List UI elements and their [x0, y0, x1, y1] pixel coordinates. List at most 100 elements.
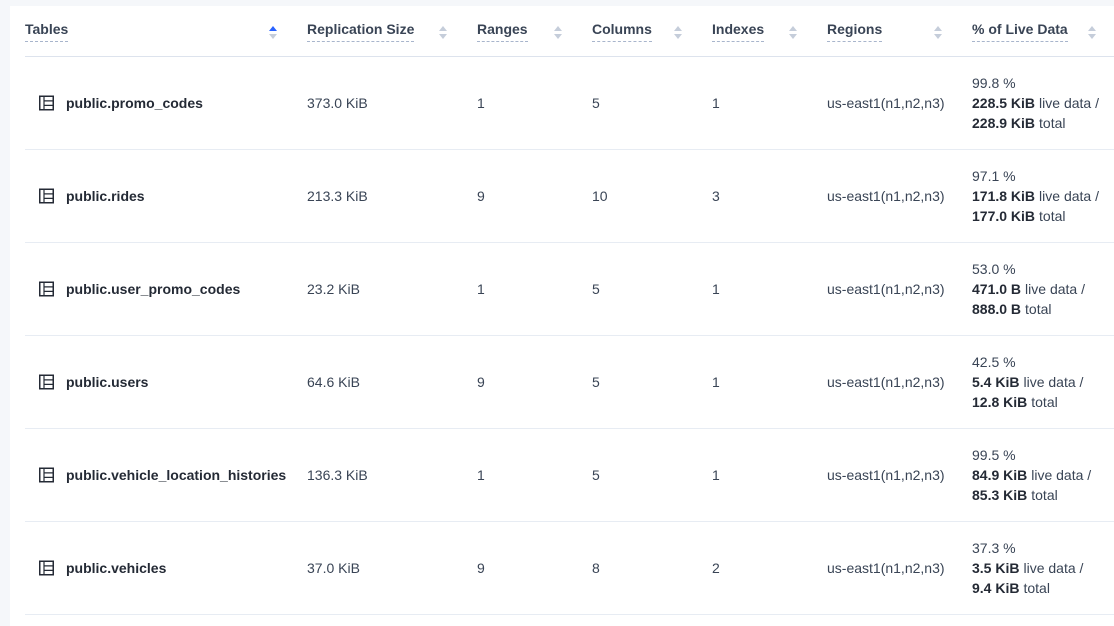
- column-header[interactable]: Ranges: [465, 6, 580, 56]
- column-header[interactable]: Columns: [580, 6, 700, 56]
- sort-down-arrow-icon: [269, 34, 277, 39]
- regions-cell: us-east1(n1,n2,n3): [815, 281, 960, 297]
- total-data-line: 177.0 KiBtotal: [972, 206, 1114, 226]
- columns-cell: 5: [580, 374, 700, 390]
- replication-size-cell: 213.3 KiB: [295, 188, 465, 204]
- sort-arrows-icon[interactable]: [439, 24, 447, 39]
- sort-down-arrow-icon: [934, 34, 942, 39]
- table-body: public.promo_codes 373.0 KiB 1 5 1 us-ea…: [25, 57, 1114, 615]
- live-data-line: 3.5 KiBlive data /: [972, 558, 1114, 578]
- sort-arrows-icon[interactable]: [789, 24, 797, 39]
- ranges-cell: 1: [465, 281, 580, 297]
- column-header-label[interactable]: Replication Size: [307, 21, 414, 42]
- ranges-cell: 9: [465, 560, 580, 576]
- table-row: public.rides 213.3 KiB 9 10 3 us-east1(n…: [25, 150, 1114, 243]
- table-row: public.vehicles 37.0 KiB 9 8 2 us-east1(…: [25, 522, 1114, 615]
- table-grid-icon: [39, 281, 54, 297]
- column-header-label[interactable]: Indexes: [712, 21, 764, 42]
- table-name-link[interactable]: public.vehicle_location_histories: [66, 467, 286, 483]
- live-data-cell: 97.1 % 171.8 KiBlive data / 177.0 KiBtot…: [960, 166, 1114, 226]
- indexes-cell: 1: [700, 281, 815, 297]
- table-grid-icon: [39, 374, 54, 390]
- live-data-cell: 42.5 % 5.4 KiBlive data / 12.8 KiBtotal: [960, 352, 1114, 412]
- table-name-cell: public.vehicle_location_histories: [25, 467, 295, 483]
- live-data-line: 471.0 Blive data /: [972, 279, 1114, 299]
- sort-up-arrow-icon: [269, 26, 277, 31]
- columns-cell: 5: [580, 467, 700, 483]
- column-header-label[interactable]: % of Live Data: [972, 21, 1068, 42]
- sort-down-arrow-icon: [439, 34, 447, 39]
- live-data-percent: 99.5 %: [972, 445, 1114, 465]
- table-row: public.vehicle_location_histories 136.3 …: [25, 429, 1114, 522]
- table-header-row: Tables Replication Size Ranges Columns I…: [25, 6, 1114, 57]
- indexes-cell: 1: [700, 95, 815, 111]
- ranges-cell: 9: [465, 374, 580, 390]
- column-header[interactable]: % of Live Data: [960, 6, 1114, 56]
- live-data-percent: 53.0 %: [972, 259, 1114, 279]
- total-data-line: 228.9 KiBtotal: [972, 113, 1114, 133]
- table-grid-icon: [39, 560, 54, 576]
- column-header[interactable]: Tables: [25, 6, 295, 56]
- table-row: public.promo_codes 373.0 KiB 1 5 1 us-ea…: [25, 57, 1114, 150]
- columns-cell: 8: [580, 560, 700, 576]
- column-header[interactable]: Regions: [815, 6, 960, 56]
- replication-size-cell: 23.2 KiB: [295, 281, 465, 297]
- sort-down-arrow-icon: [674, 34, 682, 39]
- table-grid-icon: [39, 95, 54, 111]
- sort-down-arrow-icon: [789, 34, 797, 39]
- table-name-cell: public.vehicles: [25, 560, 295, 576]
- replication-size-cell: 37.0 KiB: [295, 560, 465, 576]
- sort-up-arrow-icon: [789, 26, 797, 31]
- sort-arrows-icon[interactable]: [674, 24, 682, 39]
- live-data-cell: 53.0 % 471.0 Blive data / 888.0 Btotal: [960, 259, 1114, 319]
- indexes-cell: 1: [700, 374, 815, 390]
- sort-up-arrow-icon: [934, 26, 942, 31]
- replication-size-cell: 64.6 KiB: [295, 374, 465, 390]
- table-row: public.users 64.6 KiB 9 5 1 us-east1(n1,…: [25, 336, 1114, 429]
- sort-up-arrow-icon: [439, 26, 447, 31]
- column-header[interactable]: Replication Size: [295, 6, 465, 56]
- ranges-cell: 9: [465, 188, 580, 204]
- live-data-percent: 42.5 %: [972, 352, 1114, 372]
- sort-up-arrow-icon: [674, 26, 682, 31]
- column-header-label[interactable]: Columns: [592, 21, 652, 42]
- live-data-percent: 99.8 %: [972, 73, 1114, 93]
- sort-arrows-icon[interactable]: [1088, 24, 1096, 39]
- table-name-link[interactable]: public.users: [66, 374, 148, 390]
- table-name-cell: public.rides: [25, 188, 295, 204]
- column-header[interactable]: Indexes: [700, 6, 815, 56]
- column-header-label[interactable]: Regions: [827, 21, 882, 42]
- columns-cell: 10: [580, 188, 700, 204]
- indexes-cell: 2: [700, 560, 815, 576]
- replication-size-cell: 373.0 KiB: [295, 95, 465, 111]
- columns-cell: 5: [580, 281, 700, 297]
- sort-up-arrow-icon: [1088, 26, 1096, 31]
- sort-arrows-icon[interactable]: [269, 24, 277, 39]
- table-name-link[interactable]: public.rides: [66, 188, 145, 204]
- table-name-link[interactable]: public.user_promo_codes: [66, 281, 240, 297]
- table-name-link[interactable]: public.vehicles: [66, 560, 166, 576]
- table-row: public.user_promo_codes 23.2 KiB 1 5 1 u…: [25, 243, 1114, 336]
- live-data-line: 228.5 KiBlive data /: [972, 93, 1114, 113]
- live-data-percent: 37.3 %: [972, 538, 1114, 558]
- live-data-line: 84.9 KiBlive data /: [972, 465, 1114, 485]
- table-grid-icon: [39, 467, 54, 483]
- sort-down-arrow-icon: [554, 34, 562, 39]
- regions-cell: us-east1(n1,n2,n3): [815, 188, 960, 204]
- total-data-line: 85.3 KiBtotal: [972, 485, 1114, 505]
- table-name-cell: public.user_promo_codes: [25, 281, 295, 297]
- sort-arrows-icon[interactable]: [554, 24, 562, 39]
- total-data-line: 9.4 KiBtotal: [972, 578, 1114, 598]
- column-header-label[interactable]: Tables: [25, 21, 68, 42]
- ranges-cell: 1: [465, 95, 580, 111]
- regions-cell: us-east1(n1,n2,n3): [815, 560, 960, 576]
- live-data-cell: 99.8 % 228.5 KiBlive data / 228.9 KiBtot…: [960, 73, 1114, 133]
- table-name-cell: public.users: [25, 374, 295, 390]
- table-name-link[interactable]: public.promo_codes: [66, 95, 203, 111]
- total-data-line: 12.8 KiBtotal: [972, 392, 1114, 412]
- regions-cell: us-east1(n1,n2,n3): [815, 467, 960, 483]
- live-data-line: 5.4 KiBlive data /: [972, 372, 1114, 392]
- sort-arrows-icon[interactable]: [934, 24, 942, 39]
- column-header-label[interactable]: Ranges: [477, 21, 528, 42]
- indexes-cell: 3: [700, 188, 815, 204]
